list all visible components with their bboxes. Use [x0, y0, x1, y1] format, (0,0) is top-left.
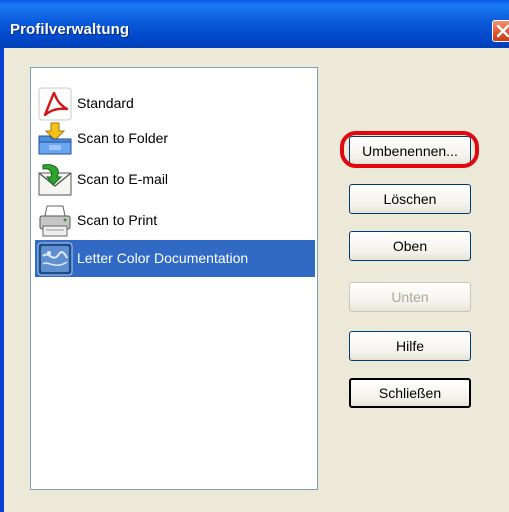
profile-item-scan-to-email[interactable]: Scan to E-mail	[35, 161, 315, 198]
move-down-button[interactable]: Unten	[349, 282, 471, 312]
window-frame-left	[0, 48, 4, 512]
pdf-icon	[38, 87, 72, 121]
close-dialog-button[interactable]: Schließen	[349, 378, 471, 408]
profile-item-letter-color-documentation[interactable]: Letter Color Documentation	[35, 240, 315, 277]
move-up-button[interactable]: Oben	[349, 231, 471, 261]
close-window-button[interactable]	[492, 20, 509, 42]
profile-label: Scan to E-mail	[77, 171, 169, 187]
rename-button[interactable]: Umbenennen...	[349, 136, 471, 166]
profile-label: Scan to Folder	[77, 130, 169, 146]
profile-list[interactable]: Standard Scan to Folder Scan to E-mail S…	[30, 67, 318, 490]
profile-item-scan-to-folder[interactable]: Scan to Folder	[35, 120, 315, 157]
email-scan-icon	[38, 164, 72, 196]
printer-icon	[39, 205, 71, 237]
profile-label: Standard	[77, 95, 134, 111]
document-scan-icon	[37, 242, 73, 276]
folder-scan-icon	[38, 122, 72, 155]
profile-item-standard[interactable]: Standard	[35, 85, 315, 122]
delete-button[interactable]: Löschen	[349, 184, 471, 214]
title-bar[interactable]: Profilverwaltung	[0, 0, 509, 48]
help-button[interactable]: Hilfe	[349, 331, 471, 361]
profile-item-scan-to-print[interactable]: Scan to Print	[35, 202, 315, 239]
profile-manager-dialog: Profilverwaltung Standard Scan to Folder	[0, 0, 509, 512]
profile-label: Scan to Print	[77, 212, 158, 228]
profile-label: Letter Color Documentation	[77, 250, 249, 266]
close-icon	[496, 24, 509, 38]
window-title: Profilverwaltung	[10, 21, 130, 38]
